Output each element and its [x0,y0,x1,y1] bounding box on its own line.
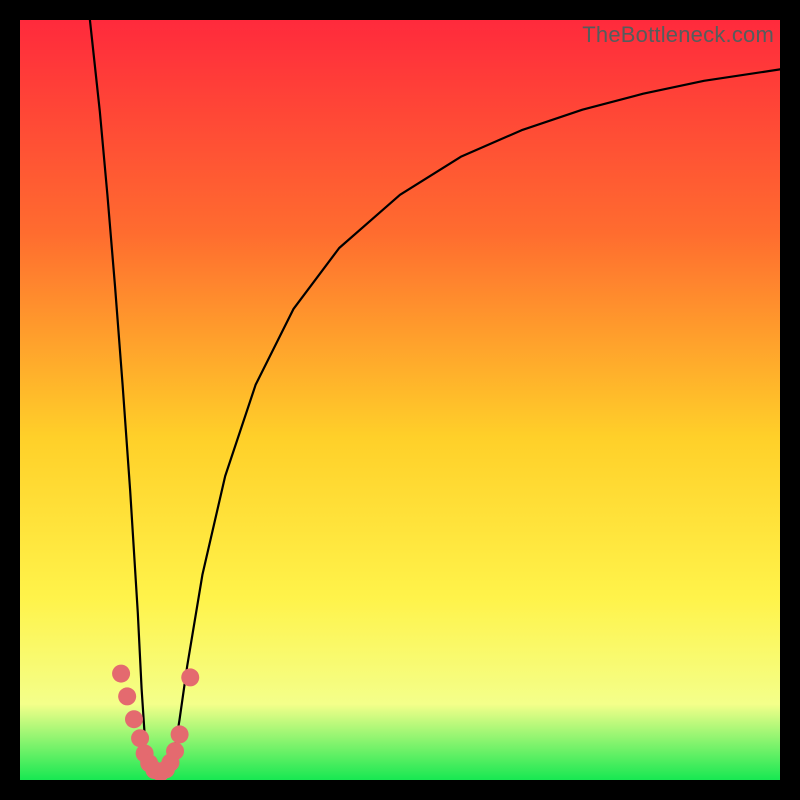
bottleneck-curve [90,20,780,774]
marker-group [112,665,199,780]
chart-frame: TheBottleneck.com [0,0,800,800]
marker-point [181,668,199,686]
curve-layer [20,20,780,780]
marker-point [118,687,136,705]
marker-point [112,665,130,683]
marker-point [171,725,189,743]
marker-point [131,729,149,747]
marker-point [166,742,184,760]
attribution-watermark: TheBottleneck.com [582,22,774,48]
marker-point [125,710,143,728]
plot-area: TheBottleneck.com [20,20,780,780]
